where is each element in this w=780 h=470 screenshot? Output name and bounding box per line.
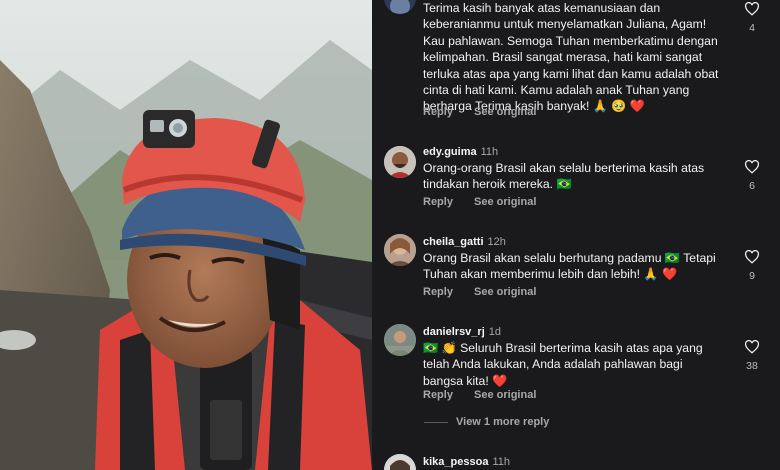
comment-actions: Reply See original — [423, 106, 554, 118]
avatar[interactable] — [384, 0, 416, 14]
see-original-button[interactable]: See original — [474, 196, 536, 208]
comment-username[interactable]: edy.guima 11h — [423, 146, 498, 158]
reply-button[interactable]: Reply — [423, 196, 453, 208]
avatar[interactable] — [384, 324, 416, 356]
avatar[interactable] — [384, 454, 416, 470]
comment-timestamp: 11h — [480, 146, 499, 158]
like-count: 6 — [749, 180, 755, 192]
comment-actions: Reply See original — [423, 286, 554, 298]
like-control[interactable]: 9 — [742, 250, 762, 282]
like-count: 9 — [749, 270, 755, 282]
like-control[interactable]: 6 — [742, 160, 762, 192]
comments-panel[interactable]: Terima kasih banyak atas kemanusiaan dan… — [372, 0, 780, 470]
like-control[interactable]: 38 — [742, 340, 762, 372]
video-frame-photo — [0, 0, 372, 470]
comment-text: Orang Brasil akan selalu berhutang padam… — [423, 251, 716, 282]
comment-text: Orang-orang Brasil akan selalu berterima… — [423, 161, 705, 192]
view-more-replies-button[interactable]: View 1 more reply — [423, 416, 549, 428]
comment-text: Terima kasih banyak atas kemanusiaan dan… — [423, 1, 719, 114]
see-original-button[interactable]: See original — [474, 286, 536, 298]
see-original-button[interactable]: See original — [474, 106, 536, 118]
heart-outline-icon[interactable] — [744, 160, 760, 174]
reply-button[interactable]: Reply — [423, 286, 453, 298]
comment-timestamp: 1d — [488, 326, 502, 338]
like-count: 38 — [746, 360, 758, 372]
comment-username[interactable]: kika_pessoa 11h — [423, 456, 510, 468]
avatar[interactable] — [384, 234, 416, 266]
comment-timestamp: 12h — [487, 236, 506, 248]
comment-text: 🇧🇷 👏 Seluruh Brasil berterima kasih atas… — [423, 341, 703, 388]
comment-username[interactable]: cheila_gatti 12h — [423, 236, 506, 248]
heart-outline-icon[interactable] — [744, 2, 760, 16]
comment-actions: Reply See original — [423, 389, 554, 401]
heart-outline-icon[interactable] — [744, 250, 760, 264]
reply-button[interactable]: Reply — [423, 389, 453, 401]
comment-actions: Reply See original — [423, 196, 554, 208]
heart-outline-icon[interactable] — [744, 340, 760, 354]
avatar[interactable] — [384, 146, 416, 178]
see-original-button[interactable]: See original — [474, 389, 536, 401]
comment-username[interactable]: danielrsv_rj 1d — [423, 326, 501, 338]
rescuer-selfie-image — [0, 0, 372, 470]
like-control[interactable]: 4 — [742, 2, 762, 34]
comment-timestamp: 11h — [492, 456, 510, 468]
like-count: 4 — [749, 22, 755, 34]
reply-button[interactable]: Reply — [423, 106, 453, 118]
